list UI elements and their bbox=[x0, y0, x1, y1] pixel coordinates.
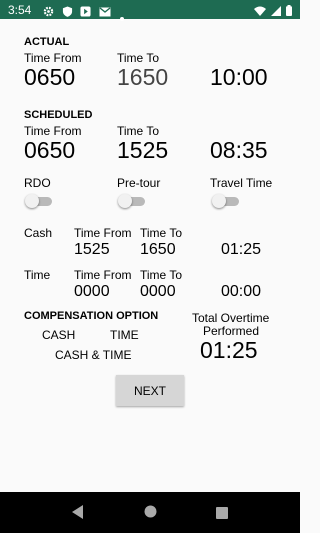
travel-time-label: Travel Time bbox=[210, 176, 273, 190]
actual-time-to-label: Time To bbox=[117, 51, 160, 65]
total-overtime-label-line2: Performed bbox=[203, 324, 260, 338]
pre-tour-toggle[interactable] bbox=[118, 194, 146, 208]
scheduled-heading: SCHEDULED bbox=[24, 109, 93, 121]
compensation-option-cash-and-time[interactable]: CASH & TIME bbox=[55, 348, 131, 362]
scheduled-time-from-value[interactable]: 0650 bbox=[24, 137, 75, 164]
total-overtime-label: Total Overtime bbox=[192, 311, 270, 325]
recents-icon[interactable] bbox=[216, 506, 228, 524]
actual-heading: ACTUAL bbox=[24, 36, 70, 48]
compensation-option-time[interactable]: TIME bbox=[110, 328, 139, 342]
rdo-toggle[interactable] bbox=[25, 194, 53, 208]
pre-tour-toggle-thumb bbox=[118, 194, 132, 208]
overtime-form: ACTUAL Time From 0650 Time To 1650 10:00… bbox=[0, 19, 300, 492]
time-label: Time bbox=[24, 268, 51, 282]
status-time: 3:54 bbox=[8, 3, 32, 17]
cash-time-to-label: Time To bbox=[140, 226, 183, 240]
actual-duration: 10:00 bbox=[210, 64, 268, 90]
compensation-option-cash[interactable]: CASH bbox=[42, 328, 75, 342]
cash-time-to-value[interactable]: 1650 bbox=[140, 241, 176, 259]
travel-time-toggle[interactable] bbox=[212, 194, 240, 208]
navigation-bar bbox=[0, 492, 300, 533]
compensation-heading: COMPENSATION OPTION bbox=[24, 310, 159, 322]
scheduled-time-to-value[interactable]: 1525 bbox=[117, 137, 168, 164]
actual-time-from-value[interactable]: 0650 bbox=[24, 64, 75, 91]
travel-time-toggle-thumb bbox=[212, 194, 226, 208]
time-time-to-label: Time To bbox=[140, 268, 183, 282]
actual-time-to-value[interactable]: 1650 bbox=[117, 64, 168, 91]
time-time-from-label: Time From bbox=[74, 268, 132, 282]
cash-time-from-value[interactable]: 1525 bbox=[74, 241, 110, 259]
actual-time-from-label: Time From bbox=[24, 51, 82, 65]
back-icon[interactable] bbox=[72, 505, 84, 524]
cash-label: Cash bbox=[24, 226, 53, 240]
time-duration: 00:00 bbox=[221, 283, 262, 300]
scheduled-duration: 08:35 bbox=[210, 137, 268, 163]
pre-tour-label: Pre-tour bbox=[117, 176, 161, 190]
home-icon[interactable] bbox=[144, 505, 157, 523]
next-button[interactable]: NEXT bbox=[116, 375, 184, 406]
cash-time-from-label: Time From bbox=[74, 226, 132, 240]
cash-duration: 01:25 bbox=[221, 241, 262, 258]
time-time-from-value[interactable]: 0000 bbox=[74, 283, 110, 301]
status-bar: 3:54 bbox=[0, 0, 300, 21]
rdo-toggle-thumb bbox=[25, 194, 39, 208]
scheduled-time-to-label: Time To bbox=[117, 124, 160, 138]
rdo-label: RDO bbox=[24, 176, 51, 190]
scheduled-time-from-label: Time From bbox=[24, 124, 82, 138]
time-time-to-value[interactable]: 0000 bbox=[140, 283, 176, 301]
total-overtime-value: 01:25 bbox=[200, 337, 258, 363]
